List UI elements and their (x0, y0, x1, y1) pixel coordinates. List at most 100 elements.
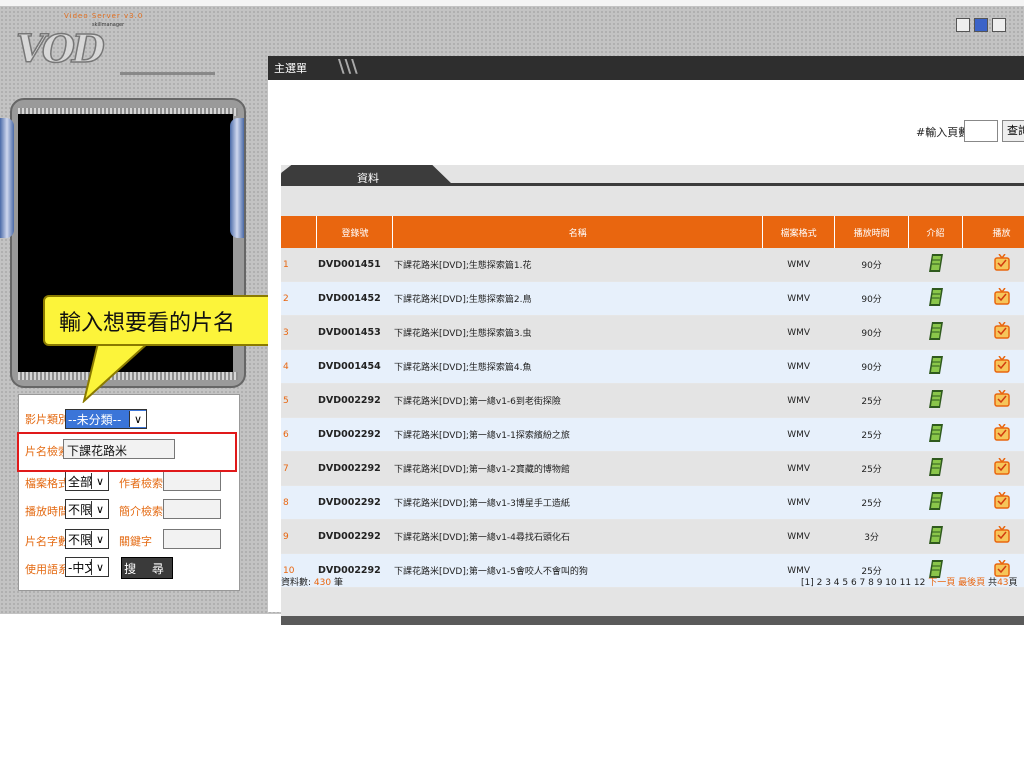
tv-play-icon[interactable] (993, 423, 1010, 442)
tv-play-icon[interactable] (993, 287, 1010, 306)
close-icon[interactable] (992, 18, 1006, 32)
search-button[interactable]: 搜 尋 (121, 557, 173, 579)
search-panel: 影片類別 --未分類-- ∨ 片名檢索 下課花路米 檔案格式 全部 ∨ 作者檢索… (18, 394, 240, 591)
table-row[interactable]: 4 DVD001454 下課花路米[DVD];生態探索篇4.魚 WMV 90分 (281, 349, 1024, 384)
tab-data[interactable]: 資料 (281, 165, 453, 185)
results-table: 登錄號 名稱 檔案格式 播放時間 介紹 播放 1 DVD001451 下課花路米[D… (281, 216, 1024, 588)
table-row[interactable]: 8 DVD002292 下課花路米[DVD];第一總v1-3博星手工造紙 WMV 25分 (281, 485, 1024, 520)
row-title: 下課花路米[DVD];第一總v1-6到老街探險 (392, 383, 763, 418)
title-length-select[interactable]: 不限 ∨ (65, 529, 109, 549)
record-count-label: 資料數: (281, 578, 312, 588)
record-count-unit: 筆 (333, 578, 343, 588)
row-title: 下課花路米[DVD];第一總v1-3博星手工造紙 (392, 485, 763, 520)
page-jump-label: #輸入頁數 (916, 126, 970, 139)
column-header-index (281, 216, 318, 248)
logo-version: Video Server v3.0 (64, 12, 144, 20)
intro-cell (908, 451, 963, 486)
highlight-box (17, 432, 237, 472)
row-number: 2 (281, 281, 317, 316)
intro-cell (908, 315, 963, 350)
table-row[interactable]: 1 DVD001451 下課花路米[DVD];生態探索篇1.花 WMV 90分 (281, 248, 1024, 282)
row-code: DVD002292 (316, 417, 393, 452)
row-duration: 25分 (834, 451, 909, 486)
row-format: WMV (762, 383, 835, 418)
duration-select[interactable]: 不限 ∨ (65, 499, 109, 519)
tv-play-icon[interactable] (993, 355, 1010, 374)
film-intro-icon[interactable] (928, 322, 943, 340)
callout-pointer (82, 343, 150, 403)
table-header-row: 登錄號 名稱 檔案格式 播放時間 介紹 播放 (281, 216, 1024, 248)
tv-play-icon[interactable] (993, 457, 1010, 476)
table-row[interactable]: 2 DVD001452 下課花路米[DVD];生態探索篇2.鳥 WMV 90分 (281, 281, 1024, 316)
main-titlebar: 主選單 \\\ (268, 56, 1024, 80)
total-pages-value: 43 (997, 578, 1009, 588)
chevron-down-icon: ∨ (129, 411, 146, 427)
language-label: 使用語系 (25, 563, 69, 576)
tv-play-icon[interactable] (993, 389, 1010, 408)
row-code: DVD001451 (316, 248, 393, 282)
tv-play-icon[interactable] (993, 253, 1010, 272)
row-format: WMV (762, 248, 835, 282)
page-links[interactable]: [1] 2 3 4 5 6 7 8 9 10 11 12 (801, 578, 925, 588)
author-search-input[interactable] (163, 471, 221, 491)
category-select[interactable]: --未分類-- ∨ (65, 409, 147, 429)
row-title: 下課花路米[DVD];第一總v1-1探索繽紛之旅 (392, 417, 763, 452)
column-header[interactable]: 登錄號 (316, 216, 394, 248)
film-intro-icon[interactable] (928, 390, 943, 408)
row-code: DVD002292 (316, 383, 393, 418)
play-cell (962, 315, 1024, 350)
column-header[interactable]: 播放時間 (834, 216, 910, 248)
minimize-icon[interactable] (956, 18, 970, 32)
bottom-bar (281, 616, 1024, 625)
maximize-icon[interactable] (974, 18, 988, 32)
row-duration: 3分 (834, 519, 909, 554)
title-length-label: 片名字數 (25, 535, 69, 548)
play-cell (962, 248, 1024, 282)
film-intro-icon[interactable] (928, 288, 943, 306)
play-cell (962, 383, 1024, 418)
row-duration: 25分 (834, 485, 909, 520)
row-title: 下課花路米[DVD];第一總v1-5會咬人不會叫的狗 (392, 553, 763, 588)
film-intro-icon[interactable] (928, 458, 943, 476)
film-intro-icon[interactable] (928, 356, 943, 374)
table-row[interactable]: 7 DVD002292 下課花路米[DVD];第一總v1-2寶藏的博物館 WMV 25分 (281, 451, 1024, 486)
category-select-value: --未分類-- (68, 412, 122, 427)
titlebar-stripes: \\\ (338, 56, 358, 77)
row-code: DVD001453 (316, 315, 393, 350)
next-page-link[interactable]: 下一頁 (928, 578, 955, 588)
column-header[interactable]: 檔案格式 (762, 216, 836, 248)
format-select[interactable]: 全部 ∨ (65, 471, 109, 491)
table-row[interactable]: 9 DVD002292 下課花路米[DVD];第一總v1-4尋找石頭化石 WMV 3分 (281, 519, 1024, 554)
total-pages: 共43頁 (988, 578, 1017, 588)
film-intro-icon[interactable] (928, 254, 943, 272)
summary-search-input[interactable] (163, 499, 221, 519)
intro-cell (908, 349, 963, 384)
language-select-value: -中文- (68, 560, 91, 575)
tv-play-icon[interactable] (993, 491, 1010, 510)
row-code: DVD002292 (316, 519, 393, 554)
film-intro-icon[interactable] (928, 526, 943, 544)
page-jump-button[interactable]: 查詢 (1002, 120, 1024, 142)
play-cell (962, 485, 1024, 520)
last-page-link[interactable]: 最後頁 (958, 578, 985, 588)
row-number: 8 (281, 485, 317, 520)
row-number: 7 (281, 451, 317, 486)
language-select[interactable]: -中文- ∨ (65, 557, 109, 577)
main-menu-title[interactable]: 主選單 (274, 60, 307, 76)
total-pages-prefix: 共 (988, 578, 998, 588)
film-intro-icon[interactable] (928, 492, 943, 510)
column-header[interactable]: 名稱 (392, 216, 764, 248)
page-jump-input[interactable] (964, 120, 998, 142)
table-row[interactable]: 3 DVD001453 下課花路米[DVD];生態探索篇3.虫 WMV 90分 (281, 315, 1024, 350)
row-code: DVD002292 (316, 451, 393, 486)
table-row[interactable]: 5 DVD002292 下課花路米[DVD];第一總v1-6到老街探險 WMV 25分 (281, 383, 1024, 418)
row-number: 5 (281, 383, 317, 418)
tv-play-icon[interactable] (993, 321, 1010, 340)
keyword-input[interactable] (163, 529, 221, 549)
film-intro-icon[interactable] (928, 424, 943, 442)
title-length-select-value: 不限 (68, 532, 91, 547)
format-label: 檔案格式 (25, 477, 69, 490)
logo: Video Server v3.0 skillmanager VOD (14, 12, 219, 92)
table-row[interactable]: 6 DVD002292 下課花路米[DVD];第一總v1-1探索繽紛之旅 WMV 25分 (281, 417, 1024, 452)
tv-play-icon[interactable] (993, 525, 1010, 544)
